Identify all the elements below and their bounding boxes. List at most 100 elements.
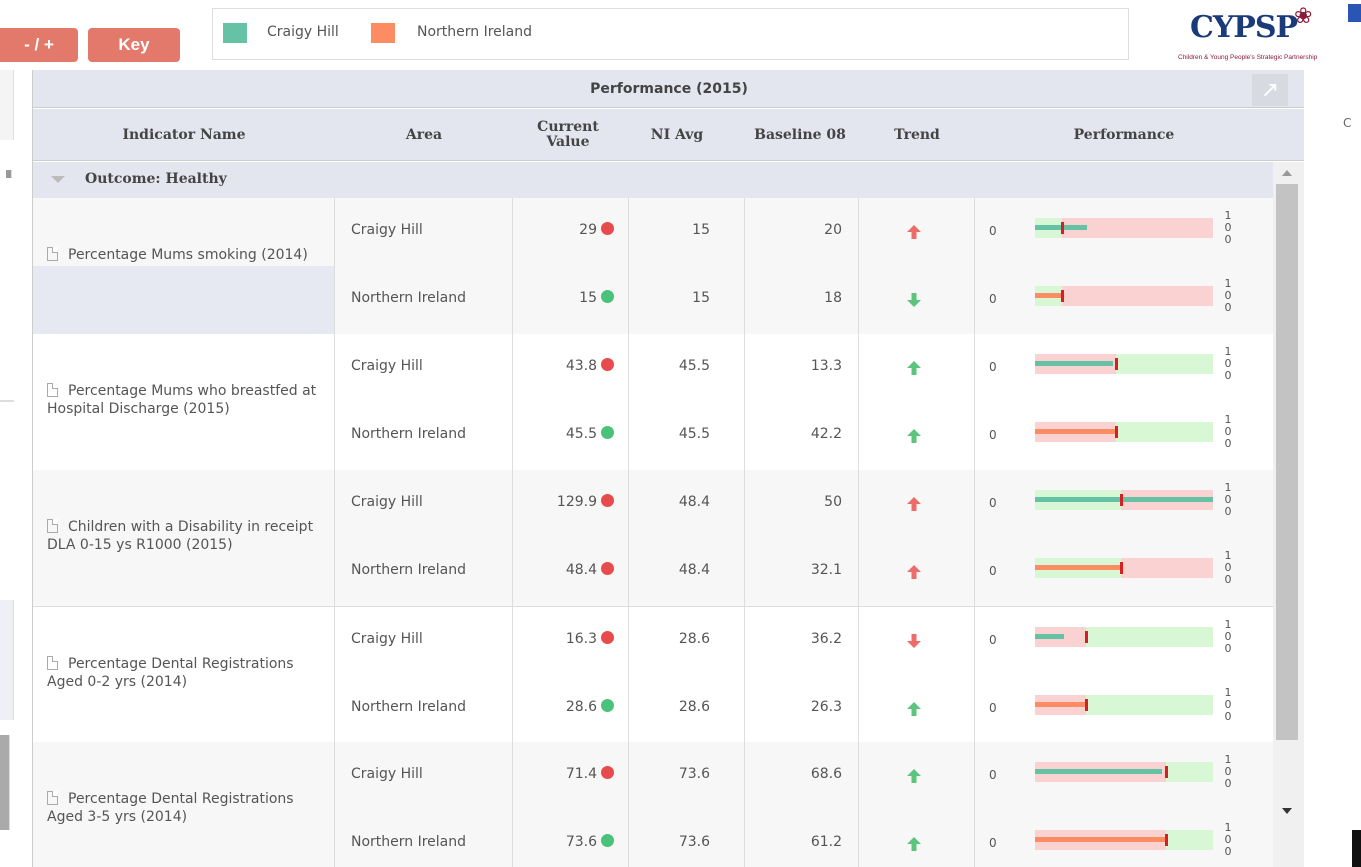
baseline-value: 20 [824,222,842,238]
ni-avg-value: 45.5 [678,426,710,442]
baseline-cell: 20 [745,198,859,266]
left-panel-marker [6,170,12,178]
axis-max-label: 100 [1223,482,1233,518]
current-value-cell: 73.6 [513,810,629,867]
col-current-value[interactable]: Current Value [523,109,613,161]
baseline-value: 50 [824,494,842,510]
axis-min-label: 0 [989,496,997,510]
ni-avg-cell: 48.4 [629,538,745,606]
table-row[interactable]: Northern Ireland 48.4 48.4 32.1 0 1 0 0 [335,538,1273,606]
current-value: 71.4 [566,766,614,782]
table-row[interactable]: Northern Ireland 15 15 18 0 1 0 0 [335,266,1273,334]
table-row[interactable]: Northern Ireland 73.6 73.6 61.2 0 1 0 0 [335,810,1273,867]
col-area[interactable]: Area [335,109,513,161]
legend-swatch-northern-ireland [371,23,395,43]
current-value-cell: 43.8 [513,334,629,402]
legend-label-northern-ireland: Northern Ireland [417,24,533,40]
axis-min-label: 0 [989,633,997,647]
trend-cell [859,402,975,470]
target-marker [1084,699,1088,711]
area-name: Craigy Hill [351,631,423,647]
left-scroll-thumb[interactable] [0,735,10,830]
performance-cell: 0100 [975,470,1273,538]
area-name: Northern Ireland [351,562,467,578]
value-bar [1035,837,1166,842]
key-button[interactable]: Key [88,28,180,62]
axis-max-digit: 0 [1224,505,1232,518]
scroll-thumb[interactable] [1276,184,1298,740]
col-performance[interactable]: Performance [975,109,1273,161]
col-indicator-name[interactable]: Indicator Name [33,109,335,161]
indicator-block: Percentage Mums who breastfed at Hospita… [33,334,1273,470]
table-row[interactable]: Northern Ireland 28.6 28.6 26.3 0 1 0 0 [335,675,1273,743]
ni-avg-cell: 28.6 [629,675,745,743]
indicator-name-text: Percentage Dental Registrations Aged 3-5… [47,791,294,825]
indicator-name-cell[interactable]: Percentage Mums who breastfed at Hospita… [33,334,335,470]
indicator-block: Children with a Disability in receipt DL… [33,470,1273,606]
scroll-up-icon[interactable] [1282,170,1292,176]
baseline-cell: 32.1 [745,538,859,606]
axis-max-digit: 0 [1224,845,1232,858]
current-value-text: 29 [579,222,597,238]
expand-icon[interactable]: ↗ [1252,74,1288,106]
axis-max-label: 100 [1223,550,1233,586]
axis-max-digit: 0 [1224,573,1232,586]
legend-label-craigy-hill: Craigy Hill [267,24,339,40]
col-ni-avg[interactable]: NI Avg [625,109,729,161]
bullet-bar [1035,627,1213,647]
col-trend[interactable]: Trend [859,109,975,161]
trend-cell [859,266,975,334]
value-bar [1035,769,1163,774]
band-above-target [1121,558,1213,578]
table-row[interactable]: Northern Ireland 45.5 45.5 42.2 0 1 0 0 [335,402,1273,470]
trend-up-arrow-icon [906,701,922,717]
indicator-name-cell[interactable]: Percentage Dental Registrations Aged 3-5… [33,742,335,867]
status-bad-icon [601,766,614,779]
performance-window: Performance (2015) ↗ Indicator Name Area… [32,70,1304,867]
vertical-scrollbar[interactable] [1273,162,1304,867]
col-baseline-08[interactable]: Baseline 08 [745,109,855,161]
table-row[interactable]: Craigy Hill 129.9 48.4 50 0 1 0 0 [335,470,1273,538]
value-bar [1035,429,1116,434]
indicator-name-cell[interactable]: Percentage Dental Registrations Aged 0-2… [33,607,335,743]
indicator-name-cell[interactable]: Children with a Disability in receipt DL… [33,470,335,606]
table-row[interactable]: Craigy Hill 43.8 45.5 13.3 0 1 0 0 [335,334,1273,402]
indicator-name: Percentage Dental Registrations Aged 3-5… [47,790,327,826]
current-value-cell: 71.4 [513,742,629,810]
current-value-cell: 16.3 [513,607,629,675]
current-value: 43.8 [566,358,614,374]
value-bar [1035,702,1086,707]
status-bad-icon [601,631,614,644]
window-title: Performance (2015) [33,70,1304,108]
group-row-healthy[interactable]: Outcome: Healthy [33,162,1273,198]
axis-max-label: 100 [1223,278,1233,314]
zoom-toggle-button[interactable]: - / + [0,28,78,62]
current-value: 48.4 [566,562,614,578]
status-bad-icon [601,358,614,371]
baseline-cell: 42.2 [745,402,859,470]
area-name: Northern Ireland [351,834,467,850]
indicator-block: Percentage Mums smoking (2014) Craigy Hil… [33,198,1273,334]
indicator-name-cell[interactable]: Percentage Mums smoking (2014) [33,198,335,334]
table-row[interactable]: Craigy Hill 16.3 28.6 36.2 0 1 0 0 [335,607,1273,675]
table-row[interactable]: Craigy Hill 29 15 20 0 1 0 0 [335,198,1273,266]
collapse-arrow-icon[interactable] [51,176,65,183]
current-value: 45.5 [566,426,614,442]
area-cell: Craigy Hill [335,607,513,675]
ni-avg-cell: 73.6 [629,810,745,867]
baseline-cell: 18 [745,266,859,334]
right-panel-glyph: C [1343,116,1352,130]
area-cell: Craigy Hill [335,334,513,402]
current-value-cell: 45.5 [513,402,629,470]
current-value: 129.9 [557,494,614,510]
bullet-bar [1035,830,1213,850]
document-icon [47,247,58,261]
status-bad-icon [601,494,614,507]
ni-avg-cell: 45.5 [629,402,745,470]
table-row[interactable]: Craigy Hill 71.4 73.6 68.6 0 1 0 0 [335,742,1273,810]
scroll-down-icon[interactable] [1282,808,1292,814]
baseline-value: 61.2 [810,834,842,850]
indicator-name: Percentage Dental Registrations Aged 0-2… [47,655,327,691]
right-side-panel: C [1339,60,1361,867]
value-bar [1035,497,1213,502]
